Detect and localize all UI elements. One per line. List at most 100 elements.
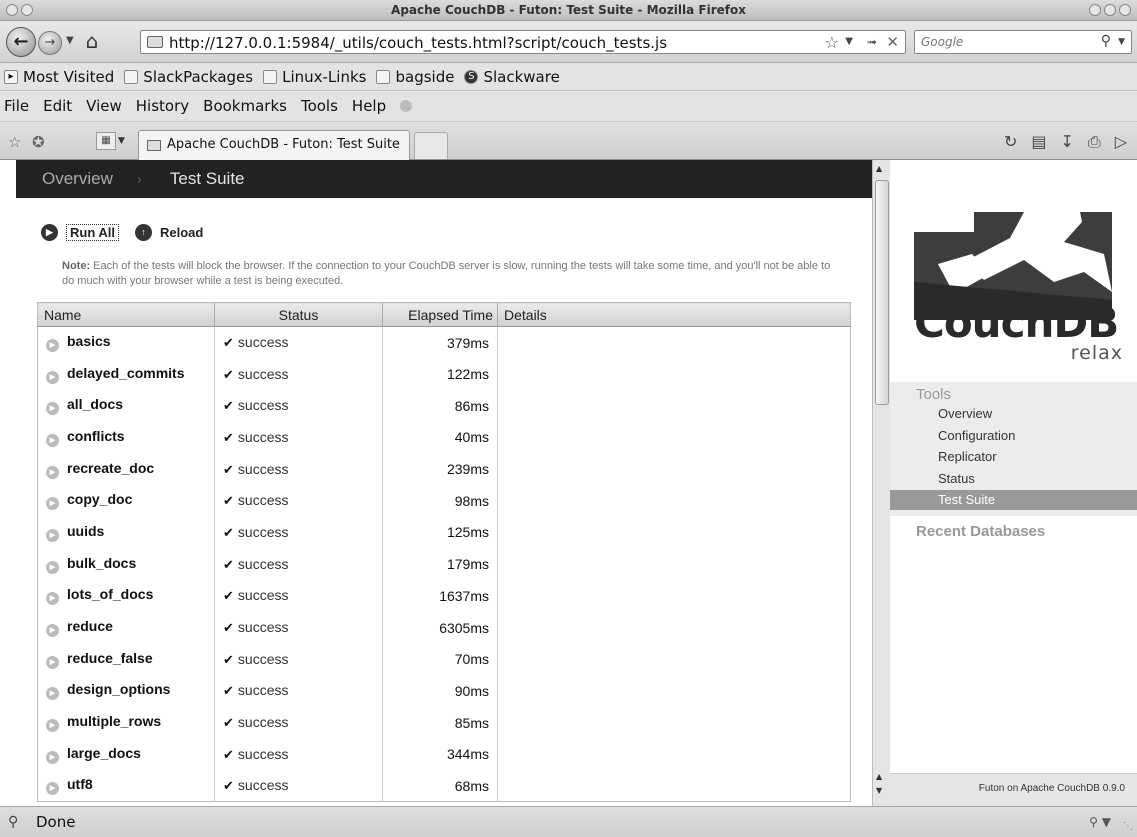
bookmark-slackware[interactable]: S Slackware — [464, 68, 560, 86]
main-panel: Overview › Test Suite ▶ Run All ↑ Reload… — [0, 160, 872, 806]
test-elapsed-time: 179ms — [382, 548, 498, 580]
menu-file[interactable]: File — [4, 97, 29, 115]
window-titlebar: Apache CouchDB - Futon: Test Suite - Moz… — [0, 0, 1137, 21]
test-status: success — [237, 619, 289, 636]
bookmark-star-icon[interactable]: ☆ — [8, 133, 21, 151]
bookmark-slackpackages[interactable]: SlackPackages — [124, 68, 253, 86]
column-header-status[interactable]: Status — [214, 302, 383, 327]
feed-icon[interactable]: ▤ — [1031, 132, 1046, 152]
scroll-up-arrow-icon[interactable]: ▲ — [876, 164, 882, 173]
test-elapsed-time: 68ms — [382, 770, 498, 802]
go-arrow-icon[interactable]: ➟ — [867, 35, 877, 49]
test-status: success — [237, 397, 289, 414]
menu-edit[interactable]: Edit — [43, 97, 72, 115]
column-header-elapsed-time[interactable]: Elapsed Time — [382, 302, 498, 327]
column-header-details[interactable]: Details — [497, 302, 851, 327]
run-test-icon[interactable]: ▶ — [46, 497, 59, 511]
run-test-icon[interactable]: ▶ — [46, 624, 59, 638]
menu-bookmarks[interactable]: Bookmarks — [203, 97, 287, 115]
test-details — [498, 358, 851, 390]
menu-help[interactable]: Help — [352, 97, 386, 115]
tab-list-dropdown-icon[interactable]: ▼ — [118, 132, 130, 150]
test-name-cell: ▶ copy_doc — [37, 484, 215, 517]
sidebar-item-configuration[interactable]: Configuration — [938, 428, 1015, 443]
search-input[interactable] — [921, 34, 1091, 50]
url-dropdown-icon[interactable]: ▼ — [845, 36, 853, 47]
resize-grip-icon[interactable]: ⋱ — [1123, 821, 1133, 832]
recent-databases-header: Recent Databases — [916, 523, 1046, 540]
bookmark-star-icon[interactable]: ☆ — [825, 33, 839, 52]
sidebar-item-test-suite[interactable]: Test Suite — [890, 490, 1137, 510]
run-test-icon[interactable]: ▶ — [46, 465, 59, 479]
run-test-icon[interactable]: ▶ — [46, 528, 59, 542]
sidebar-item-status[interactable]: Status — [938, 471, 975, 486]
column-header-name[interactable]: Name — [37, 302, 215, 327]
tab-couchdb-test-suite[interactable]: Apache CouchDB - Futon: Test Suite — [138, 130, 410, 160]
run-test-icon[interactable]: ▶ — [46, 655, 59, 669]
window-controls[interactable] — [1089, 4, 1131, 16]
run-all-button[interactable]: ▶ Run All — [41, 224, 120, 241]
zoom-icon[interactable]: ⚲ ▼ — [1089, 815, 1111, 829]
menu-history[interactable]: History — [136, 97, 189, 115]
menu-tools[interactable]: Tools — [301, 97, 338, 115]
address-bar[interactable]: http://127.0.0.1:5984/_utils/couch_tests… — [140, 30, 906, 54]
run-test-icon[interactable]: ▶ — [46, 750, 59, 764]
test-details — [498, 453, 851, 485]
home-button[interactable]: ⌂ — [80, 29, 104, 53]
back-button[interactable]: ← — [6, 27, 36, 57]
print-icon[interactable]: ⎙ — [1088, 132, 1101, 152]
status-text: Done — [36, 813, 76, 831]
test-name-cell: ▶ basics — [37, 326, 215, 359]
refresh-icon[interactable]: ↻ — [1004, 132, 1017, 152]
test-name-cell: ▶ delayed_commits — [37, 358, 215, 390]
page-viewport: Overview › Test Suite ▶ Run All ↑ Reload… — [0, 160, 1137, 806]
scrollbar-thumb[interactable] — [875, 180, 889, 405]
checkmark-icon: ✔ — [223, 683, 234, 699]
url-text[interactable]: http://127.0.0.1:5984/_utils/couch_tests… — [169, 34, 667, 52]
table-header-row: Name Status Elapsed Time Details — [37, 302, 851, 327]
tests-table-body: ▶ basics ✔ success 379ms ▶ delayed_commits ✔ suc… — [37, 326, 851, 802]
checkmark-icon: ✔ — [223, 620, 234, 636]
run-test-icon[interactable]: ▶ — [46, 339, 59, 353]
reload-button[interactable]: ↑ Reload — [135, 224, 203, 241]
run-test-icon[interactable]: ▶ — [46, 433, 59, 447]
sidebar-item-overview[interactable]: Overview — [938, 406, 992, 421]
test-elapsed-time: 90ms — [382, 675, 498, 707]
sidebar-item-replicator[interactable]: Replicator — [938, 449, 997, 464]
search-box[interactable]: ⚲ ▼ — [914, 30, 1132, 54]
run-test-icon[interactable]: ▶ — [46, 592, 59, 606]
run-test-icon[interactable]: ▶ — [46, 402, 59, 416]
reload-label: Reload — [160, 225, 204, 240]
stop-icon[interactable]: ✕ — [886, 33, 899, 51]
test-status: success — [237, 650, 289, 667]
test-name-cell: ▶ conflicts — [37, 421, 215, 454]
checkmark-icon: ✔ — [223, 715, 234, 731]
menu-view[interactable]: View — [86, 97, 122, 115]
breadcrumb-overview-link[interactable]: Overview — [42, 169, 113, 189]
bookmark-most-visited[interactable]: ▸ Most Visited — [4, 68, 114, 86]
page-menu-icon[interactable]: ▷ — [1115, 132, 1127, 152]
bookmark-bagside[interactable]: bagside — [376, 68, 454, 86]
checkmark-icon: ✔ — [223, 335, 234, 351]
test-name-cell: ▶ bulk_docs — [37, 548, 215, 580]
search-icon[interactable]: ⚲ — [1101, 33, 1111, 49]
test-details — [498, 675, 851, 707]
vertical-scrollbar[interactable]: ▲ ▲ ▼ — [872, 160, 890, 806]
download-icon[interactable]: ↧ — [1060, 132, 1073, 152]
scroll-down-arrow-icon[interactable]: ▼ — [876, 786, 882, 795]
run-test-icon[interactable]: ▶ — [46, 560, 59, 574]
page-title: Test Suite — [169, 169, 245, 188]
run-test-icon[interactable]: ▶ — [46, 370, 59, 384]
run-test-icon[interactable]: ▶ — [46, 687, 59, 701]
forward-button[interactable]: → — [38, 31, 62, 55]
bookmark-linux-links[interactable]: Linux-Links — [263, 68, 366, 86]
bookmark-manage-icon[interactable]: ✪ — [32, 133, 45, 151]
run-test-icon[interactable]: ▶ — [46, 782, 59, 796]
checkmark-icon: ✔ — [223, 429, 234, 445]
tab-grid-icon[interactable]: ▦ — [96, 132, 116, 150]
history-dropdown-icon[interactable]: ▼ — [66, 35, 74, 46]
new-tab-button[interactable] — [414, 132, 448, 159]
scroll-up-small-arrow-icon[interactable]: ▲ — [876, 772, 882, 781]
run-test-icon[interactable]: ▶ — [46, 719, 59, 733]
search-engine-dropdown-icon[interactable]: ▼ — [1118, 37, 1125, 47]
